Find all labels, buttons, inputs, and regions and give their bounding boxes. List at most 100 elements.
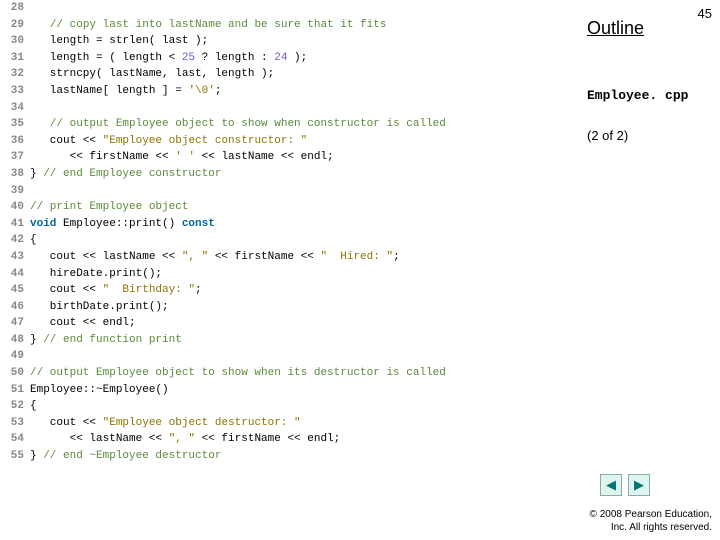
code-line: 36 cout << "Employee object constructor:…: [0, 133, 575, 150]
code-line: 50 // output Employee object to show when…: [0, 365, 575, 382]
code-token: ", ": [169, 431, 195, 448]
code-line: 32 strncpy( lastName, last, length );: [0, 66, 575, 83]
code-token: }: [30, 448, 43, 465]
code-token: Employee::print(): [56, 216, 181, 233]
code-token: // end Employee constructor: [43, 166, 221, 183]
code-token: ? length :: [195, 50, 274, 67]
line-number: 44: [0, 266, 24, 283]
code-line: 29 // copy last into lastName and be sur…: [0, 17, 575, 34]
code-token: << lastName <<: [30, 431, 169, 448]
code-token: << lastName << endl;: [195, 149, 334, 166]
code-token: // output Employee object to show when c…: [50, 116, 446, 133]
code-token: cout << endl;: [30, 315, 136, 332]
source-filename: Employee. cpp: [587, 88, 688, 103]
copyright-notice: © 2008 Pearson Education, Inc. All right…: [590, 508, 712, 534]
code-line: 34: [0, 100, 575, 117]
code-token: strncpy( lastName, last, length );: [30, 66, 274, 83]
code-line: 52{: [0, 398, 575, 415]
code-line: 42 {: [0, 232, 575, 249]
copyright-line-1: © 2008 Pearson Education,: [590, 508, 712, 521]
code-line: 39: [0, 183, 575, 200]
line-number: 35: [0, 116, 24, 133]
line-number: 41: [0, 216, 24, 233]
prev-slide-button[interactable]: ◀: [600, 474, 622, 496]
code-token: // copy last into lastName and be sure t…: [50, 17, 387, 34]
code-token: ' ': [175, 149, 195, 166]
line-number: 28: [0, 0, 24, 17]
next-slide-button[interactable]: ▶: [628, 474, 650, 496]
code-line: 37 << firstName << ' ' << lastName << en…: [0, 149, 575, 166]
code-token: birthDate.print();: [30, 299, 169, 316]
code-line: 46 birthDate.print();: [0, 299, 575, 316]
code-line: 54 << lastName << ", " << firstName << e…: [0, 431, 575, 448]
code-token: {: [30, 232, 37, 249]
line-number: 50: [0, 365, 24, 382]
code-token: cout << lastName <<: [30, 249, 182, 266]
line-number: 29: [0, 17, 24, 34]
code-token: cout <<: [30, 415, 103, 432]
code-line: 47 cout << endl;: [0, 315, 575, 332]
line-number: 47: [0, 315, 24, 332]
code-line: 49: [0, 348, 575, 365]
code-token: 25: [182, 50, 195, 67]
code-line: 44 hireDate.print();: [0, 266, 575, 283]
code-token: " Hired: ": [320, 249, 393, 266]
code-line: 38} // end Employee constructor: [0, 166, 575, 183]
code-token: "Employee object destructor: ": [103, 415, 301, 432]
code-line: 33 lastName[ length ] = '\0';: [0, 83, 575, 100]
code-token: length = ( length <: [30, 50, 182, 67]
line-number: 31: [0, 50, 24, 67]
code-token: hireDate.print();: [30, 266, 162, 283]
code-token: Employee::~Employee(): [30, 382, 169, 399]
line-number: 36: [0, 133, 24, 150]
page-number: 45: [698, 6, 712, 21]
line-number: 42: [0, 232, 24, 249]
code-token: lastName[ length ] =: [30, 83, 188, 100]
code-token: << firstName <<: [30, 149, 175, 166]
slide-nav: ◀ ▶: [600, 474, 650, 496]
line-number: 51: [0, 382, 24, 399]
code-token: "Employee object constructor: ": [103, 133, 308, 150]
line-number: 34: [0, 100, 24, 117]
line-number: 39: [0, 183, 24, 200]
line-number: 43: [0, 249, 24, 266]
code-line: 40// print Employee object: [0, 199, 575, 216]
code-line: 30 length = strlen( last );: [0, 33, 575, 50]
code-line: 41void Employee::print() const: [0, 216, 575, 233]
code-token: // print Employee object: [30, 199, 188, 216]
code-panel: 2829 // copy last into lastName and be s…: [0, 0, 575, 470]
code-token: // output Employee object to show when i…: [30, 365, 446, 382]
code-token: // end ~Employee destructor: [43, 448, 221, 465]
code-token: ;: [393, 249, 400, 266]
line-number: 33: [0, 83, 24, 100]
line-number: 54: [0, 431, 24, 448]
line-number: 38: [0, 166, 24, 183]
code-token: [30, 116, 50, 133]
code-token: }: [30, 332, 43, 349]
copyright-line-2: Inc. All rights reserved.: [590, 521, 712, 534]
line-number: 37: [0, 149, 24, 166]
line-number: 53: [0, 415, 24, 432]
next-icon: ▶: [634, 477, 644, 493]
line-number: 48: [0, 332, 24, 349]
line-number: 30: [0, 33, 24, 50]
line-number: 32: [0, 66, 24, 83]
code-token: [30, 17, 50, 34]
code-line: 45 cout << " Birthday: ";: [0, 282, 575, 299]
prev-icon: ◀: [606, 477, 616, 493]
code-token: length = strlen( last );: [30, 33, 208, 50]
line-number: 45: [0, 282, 24, 299]
line-number: 55: [0, 448, 24, 465]
code-token: ", ": [182, 249, 208, 266]
code-token: '\0': [188, 83, 214, 100]
line-number: 46: [0, 299, 24, 316]
code-line: 48} // end function print: [0, 332, 575, 349]
code-line: 43 cout << lastName << ", " << firstName…: [0, 249, 575, 266]
code-line: 31 length = ( length < 25 ? length : 24 …: [0, 50, 575, 67]
code-line: 55} // end ~Employee destructor: [0, 448, 575, 465]
code-token: }: [30, 166, 43, 183]
code-token: << firstName <<: [208, 249, 320, 266]
code-token: const: [182, 216, 215, 233]
code-token: {: [30, 398, 37, 415]
outline-heading: Outline: [587, 18, 644, 39]
